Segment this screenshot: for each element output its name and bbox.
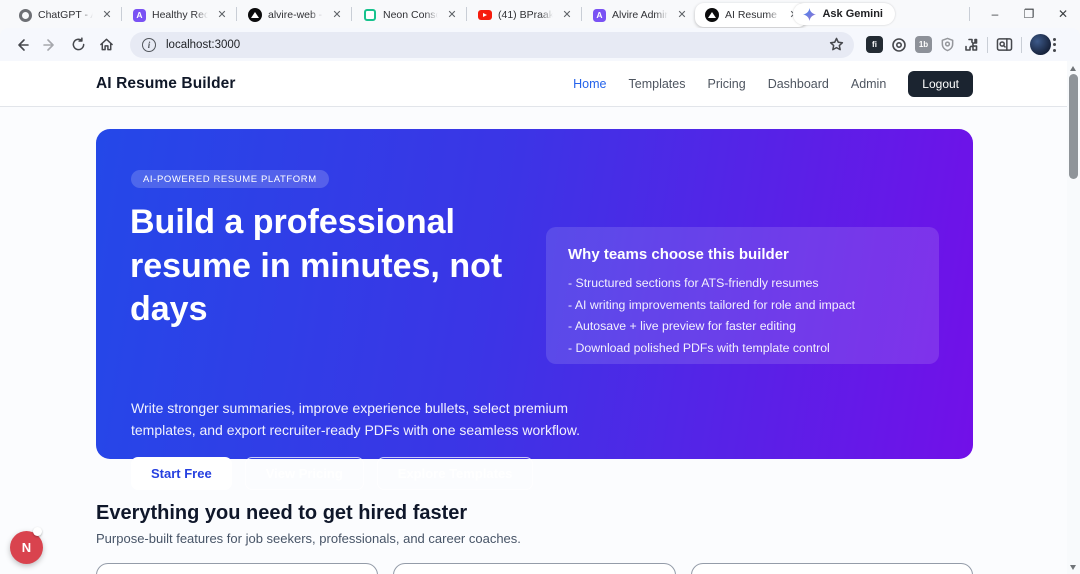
ask-gemini-label: Ask Gemini bbox=[822, 8, 883, 20]
tab-close-icon[interactable]: ✕ bbox=[675, 8, 689, 22]
reload-button[interactable] bbox=[66, 33, 90, 57]
view-pricing-button[interactable]: View Pricing bbox=[244, 457, 364, 490]
logout-button[interactable]: Logout bbox=[908, 70, 973, 97]
tab-divider bbox=[581, 7, 582, 21]
app-a-icon: A bbox=[133, 8, 146, 22]
tab-title: Alvire Admin Dash bbox=[612, 9, 669, 21]
profile-avatar[interactable] bbox=[1030, 34, 1051, 55]
panel-item: - Structured sections for ATS-friendly r… bbox=[568, 276, 819, 290]
features-subtitle: Purpose-built features for job seekers, … bbox=[96, 531, 521, 546]
youtube-icon bbox=[478, 10, 492, 20]
scrollbar-thumb[interactable] bbox=[1069, 74, 1078, 179]
extensions-puzzle-icon[interactable] bbox=[963, 37, 979, 53]
hero-title: Build a professional resume in minutes, … bbox=[130, 203, 503, 329]
panel-item: - Download polished PDFs with template c… bbox=[568, 340, 830, 355]
explore-templates-button[interactable]: Explore Templates bbox=[376, 457, 534, 490]
feature-card bbox=[96, 563, 379, 574]
openai-icon bbox=[18, 8, 32, 22]
hero-buttons: Start Free View Pricing Explore Template… bbox=[131, 457, 534, 490]
tab-healthy-recipes[interactable]: A Healthy Recipes | ✕ bbox=[123, 3, 235, 27]
site-info-icon[interactable]: i bbox=[142, 37, 156, 52]
start-free-button[interactable]: Start Free bbox=[131, 457, 232, 490]
back-button[interactable] bbox=[10, 33, 34, 57]
gemini-sparkle-icon bbox=[803, 7, 817, 21]
tab-youtube[interactable]: (41) BPraak - Zoha ✕ bbox=[468, 3, 580, 27]
forward-button[interactable] bbox=[38, 33, 62, 57]
tab-divider bbox=[351, 7, 352, 21]
page-viewport: AI Resume Builder Home Templates Pricing… bbox=[0, 61, 1080, 574]
vercel-icon bbox=[705, 8, 719, 22]
bookmark-star-icon[interactable] bbox=[829, 37, 844, 52]
neon-icon bbox=[363, 8, 377, 22]
tab-title: alvire-web - Overv bbox=[268, 9, 324, 21]
tab-neon-console[interactable]: Neon Console ✕ bbox=[353, 3, 465, 27]
side-panel-search-icon[interactable] bbox=[996, 37, 1013, 52]
tab-close-icon[interactable]: ✕ bbox=[560, 8, 574, 22]
hero-card: AI-POWERED RESUME PLATFORM Build a profe… bbox=[96, 129, 973, 490]
ask-gemini-button[interactable]: Ask Gemini bbox=[793, 3, 895, 25]
site-header: AI Resume Builder Home Templates Pricing… bbox=[0, 61, 1080, 107]
home-button[interactable] bbox=[94, 33, 118, 57]
extension-circle-icon[interactable] bbox=[891, 37, 907, 53]
hero-badge: AI-POWERED RESUME PLATFORM bbox=[131, 170, 329, 188]
scroll-up-icon[interactable] bbox=[1070, 66, 1076, 71]
feature-card bbox=[393, 563, 676, 574]
tab-title: (41) BPraak - Zoha bbox=[498, 9, 554, 21]
panel-item: - Autosave + live preview for faster edi… bbox=[568, 319, 796, 333]
tab-close-icon[interactable]: ✕ bbox=[215, 8, 229, 22]
feature-card bbox=[690, 563, 973, 574]
controls-divider bbox=[969, 7, 970, 21]
tab-title: Neon Console bbox=[383, 9, 439, 21]
nav-templates[interactable]: Templates bbox=[629, 77, 686, 91]
tab-chatgpt[interactable]: ChatGPT - Alvire ✕ bbox=[8, 3, 120, 27]
close-button[interactable]: ✕ bbox=[1046, 0, 1080, 28]
url-text[interactable]: localhost:3000 bbox=[166, 39, 829, 51]
page-scrollbar[interactable] bbox=[1067, 61, 1080, 574]
tab-title: ChatGPT - Alvire bbox=[38, 9, 94, 21]
vercel-icon bbox=[248, 8, 262, 22]
panel-title: Why teams choose this builder bbox=[568, 246, 789, 263]
app-a-icon: A bbox=[593, 8, 606, 22]
tab-alvire-admin[interactable]: A Alvire Admin Dash ✕ bbox=[583, 3, 695, 27]
tab-close-icon[interactable]: ✕ bbox=[330, 8, 344, 22]
tab-ai-resume-builder-active[interactable]: AI Resume Builder ✕ bbox=[695, 3, 807, 27]
browser-toolbar: i localhost:3000 fi 1b bbox=[0, 28, 1080, 61]
features-title: Everything you need to get hired faster bbox=[96, 502, 468, 524]
dev-indicator-dot bbox=[33, 527, 42, 536]
why-teams-panel: Why teams choose this builder - Structur… bbox=[546, 227, 939, 364]
extension-1b-icon[interactable]: 1b bbox=[915, 36, 932, 53]
browser-tab-strip: ChatGPT - Alvire ✕ A Healthy Recipes | ✕… bbox=[0, 0, 1080, 28]
tab-close-icon[interactable]: ✕ bbox=[100, 8, 114, 22]
tab-divider bbox=[236, 7, 237, 21]
chrome-menu-icon[interactable] bbox=[1053, 37, 1056, 52]
address-bar[interactable]: i localhost:3000 bbox=[130, 31, 854, 58]
panel-item: - AI writing improvements tailored for r… bbox=[568, 297, 856, 312]
site-nav: Home Templates Pricing Dashboard Admin L… bbox=[573, 70, 973, 97]
tab-title: AI Resume Builder bbox=[725, 9, 781, 21]
minimize-button[interactable]: – bbox=[978, 0, 1012, 28]
shield-extension-icon[interactable] bbox=[940, 37, 955, 52]
scroll-down-icon[interactable] bbox=[1070, 565, 1076, 570]
nav-dashboard[interactable]: Dashboard bbox=[768, 77, 829, 91]
nav-home[interactable]: Home bbox=[573, 77, 606, 91]
tab-alvire-web[interactable]: alvire-web - Overv ✕ bbox=[238, 3, 350, 27]
toolbar-divider bbox=[987, 36, 988, 53]
tab-close-icon[interactable]: ✕ bbox=[445, 8, 459, 22]
nav-admin[interactable]: Admin bbox=[851, 77, 886, 91]
hero-description: Write stronger summaries, improve experi… bbox=[131, 400, 580, 438]
tab-divider bbox=[466, 7, 467, 21]
maximize-button[interactable]: ❐ bbox=[1012, 0, 1046, 28]
toolbar-divider bbox=[1021, 36, 1022, 53]
site-logo[interactable]: AI Resume Builder bbox=[96, 75, 236, 93]
feature-cards-row bbox=[96, 563, 973, 574]
tab-title: Healthy Recipes | bbox=[152, 9, 209, 21]
tab-divider bbox=[121, 7, 122, 21]
nav-pricing[interactable]: Pricing bbox=[707, 77, 745, 91]
extension-fi-icon[interactable]: fi bbox=[866, 36, 883, 53]
